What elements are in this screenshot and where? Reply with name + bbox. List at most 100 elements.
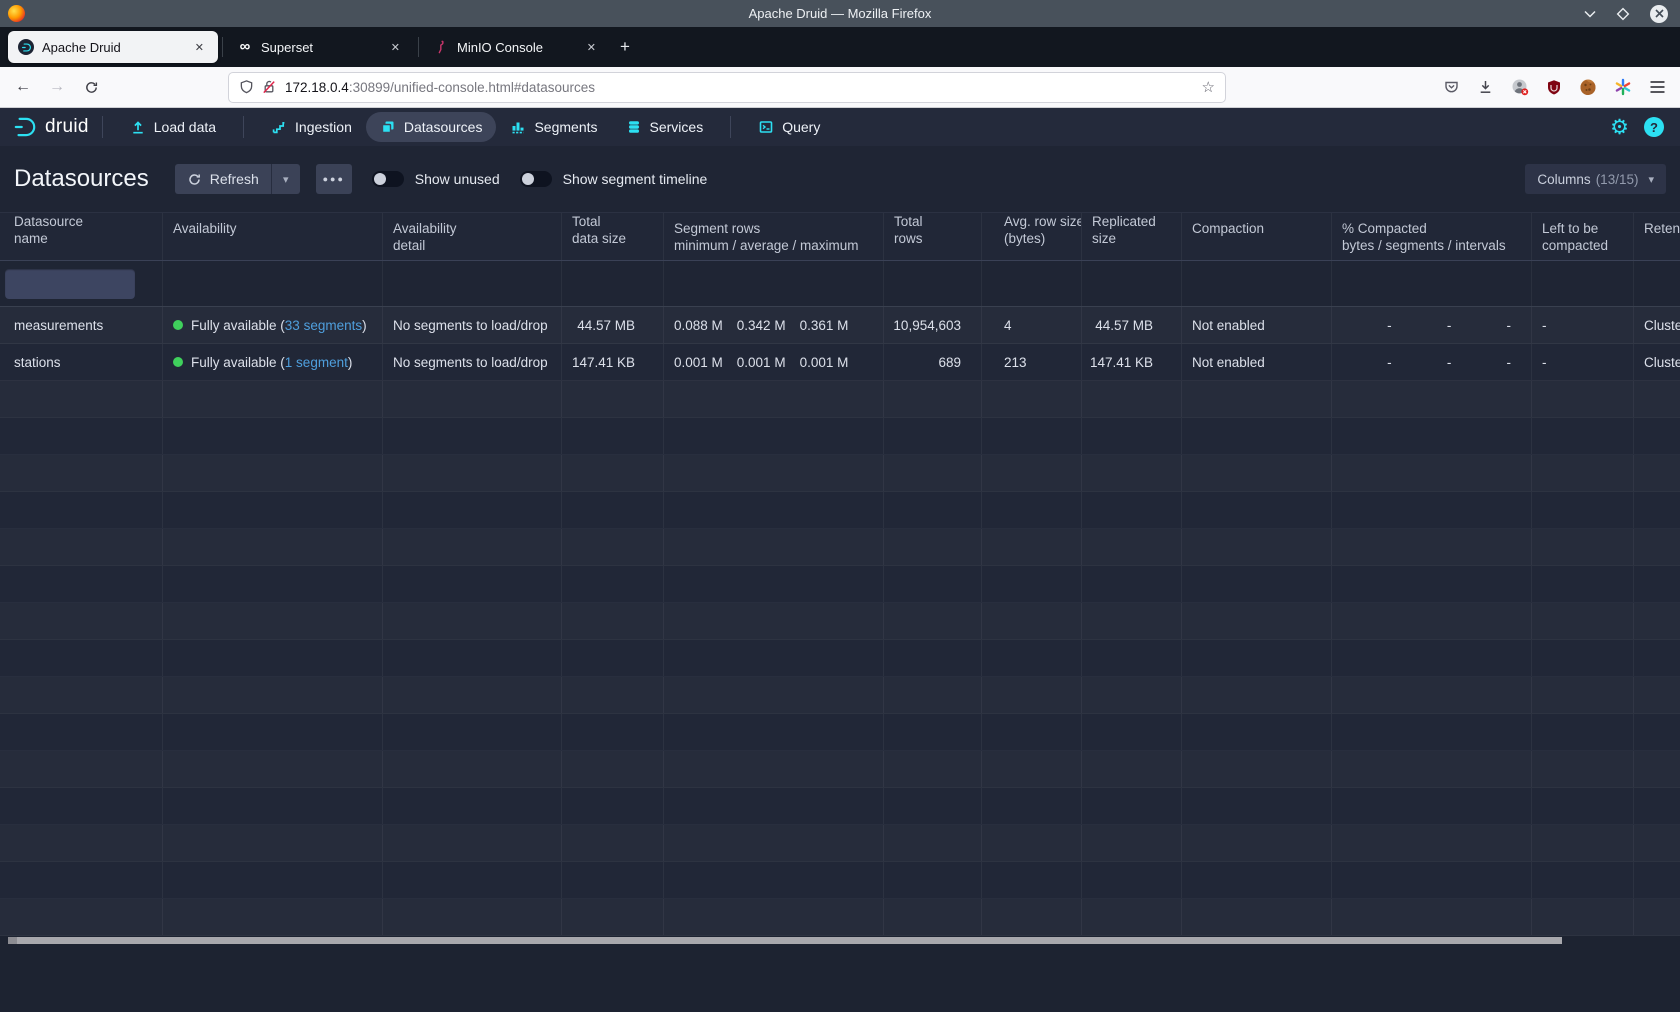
datasource-name-cell[interactable]: stations xyxy=(0,344,163,380)
column-header[interactable]: Totalrows xyxy=(884,213,982,260)
settings-gear-icon[interactable]: ⚙ xyxy=(1610,117,1629,138)
empty-row xyxy=(0,825,1680,862)
empty-cell xyxy=(383,825,562,861)
tab-close-icon[interactable]: ✕ xyxy=(191,39,208,56)
empty-cell xyxy=(163,640,383,676)
tab-apache-druid[interactable]: Apache Druid ✕ xyxy=(8,31,218,63)
datasource-name-filter-input[interactable] xyxy=(5,269,135,299)
empty-cell xyxy=(1532,751,1634,787)
downloads-icon[interactable] xyxy=(1477,79,1494,95)
nav-item-label: Ingestion xyxy=(295,119,352,135)
insecure-lock-icon[interactable] xyxy=(261,79,277,95)
refresh-button[interactable]: Refresh xyxy=(175,164,271,194)
segments-link[interactable]: 33 segments xyxy=(285,318,362,333)
availability-cell: Fully available (1 segment) xyxy=(163,344,383,380)
empty-cell xyxy=(1532,677,1634,713)
empty-cell xyxy=(982,899,1082,935)
columns-button[interactable]: Columns (13/15) ▾ xyxy=(1525,164,1666,194)
empty-cell xyxy=(1182,566,1332,602)
empty-cell xyxy=(664,899,884,935)
datasources-table: DatasourcenameAvailabilityAvailabilityde… xyxy=(0,212,1680,936)
tab-close-icon[interactable]: ✕ xyxy=(583,39,600,56)
refresh-split-button: Refresh ▾ xyxy=(175,164,300,194)
nav-item-load-data[interactable]: Load data xyxy=(116,112,230,142)
empty-cell xyxy=(664,566,884,602)
empty-cell xyxy=(1082,899,1182,935)
empty-cell xyxy=(163,492,383,528)
empty-cell xyxy=(1634,788,1680,824)
retention-cell[interactable]: Cluster default xyxy=(1634,307,1680,343)
column-header[interactable]: Segment rowsminimum / average / maximum xyxy=(664,213,884,260)
empty-cell xyxy=(1634,418,1680,454)
back-button[interactable]: ← xyxy=(8,72,38,102)
empty-cell xyxy=(1332,492,1532,528)
nav-item-datasources[interactable]: Datasources xyxy=(366,112,497,142)
column-header[interactable]: Retention xyxy=(1634,213,1680,260)
nav-item-segments[interactable]: Segments xyxy=(496,112,611,142)
url-bar[interactable]: 172.18.0.4:30899/unified-console.html#da… xyxy=(228,72,1226,103)
nav-separator xyxy=(730,116,731,138)
nav-item-services[interactable]: Services xyxy=(612,112,718,142)
empty-cell xyxy=(1182,455,1332,491)
datasource-row[interactable]: measurementsFully available (33 segments… xyxy=(0,307,1680,344)
browser-toolbar: ← → 172.18.0.4:30899/unified-console.htm… xyxy=(0,67,1680,108)
new-tab-button[interactable]: + xyxy=(610,35,640,59)
empty-cell xyxy=(0,714,163,750)
empty-cell xyxy=(1332,381,1532,417)
reload-button[interactable] xyxy=(76,72,106,102)
menu-hamburger-icon[interactable] xyxy=(1649,80,1666,94)
tracking-shield-icon[interactable] xyxy=(239,79,254,95)
retention-cell[interactable]: Cluster default xyxy=(1634,344,1680,380)
pocket-icon[interactable] xyxy=(1443,79,1460,95)
column-header[interactable]: Replicatedsize xyxy=(1082,213,1182,260)
column-header[interactable]: Datasourcename xyxy=(0,213,163,260)
empty-cell xyxy=(884,899,982,935)
horizontal-scrollbar-thumb[interactable] xyxy=(8,937,1562,944)
tab-superset[interactable]: ∞ Superset ✕ xyxy=(227,31,414,63)
extension-disabled-icon[interactable] xyxy=(1511,78,1529,96)
column-header[interactable]: Availability xyxy=(163,213,383,260)
empty-cell xyxy=(0,492,163,528)
more-actions-button[interactable]: ●●● xyxy=(316,164,352,194)
help-icon[interactable]: ? xyxy=(1644,117,1664,137)
show-unused-toggle[interactable] xyxy=(372,171,404,187)
tab-minio-console[interactable]: MinIO Console ✕ xyxy=(423,31,610,63)
window-minimize-button[interactable] xyxy=(1584,10,1596,18)
colorful-asterisk-extension-icon[interactable] xyxy=(1614,78,1632,96)
cookie-extension-icon[interactable] xyxy=(1579,78,1597,96)
empty-cell xyxy=(1332,788,1532,824)
tab-close-icon[interactable]: ✕ xyxy=(387,39,404,56)
empty-cell xyxy=(562,751,664,787)
window-maximize-button[interactable] xyxy=(1616,7,1630,21)
ublock-origin-icon[interactable] xyxy=(1546,79,1562,96)
filter-cell xyxy=(982,261,1082,306)
empty-cell xyxy=(163,566,383,602)
bookmark-star-icon[interactable]: ☆ xyxy=(1202,78,1215,96)
window-close-button[interactable] xyxy=(1650,5,1668,23)
nav-item-ingestion[interactable]: Ingestion xyxy=(257,112,366,142)
datasource-row[interactable]: stationsFully available (1 segment)No se… xyxy=(0,344,1680,381)
refresh-dropdown-button[interactable]: ▾ xyxy=(272,164,300,194)
nav-item-query[interactable]: Query xyxy=(744,112,834,142)
empty-cell xyxy=(383,529,562,565)
empty-cell xyxy=(1532,862,1634,898)
tab-label: Superset xyxy=(261,40,313,55)
column-header[interactable]: Availabilitydetail xyxy=(383,213,562,260)
empty-cell xyxy=(1532,492,1634,528)
column-header[interactable]: Compaction xyxy=(1182,213,1332,260)
chevron-down-icon: ▾ xyxy=(283,173,289,186)
column-header[interactable]: % Compactedbytes / segments / intervals xyxy=(1332,213,1532,260)
empty-cell xyxy=(1082,640,1182,676)
segments-link[interactable]: 1 segment xyxy=(285,355,348,370)
ingestion-icon xyxy=(271,119,287,135)
datasource-name-cell[interactable]: measurements xyxy=(0,307,163,343)
column-header[interactable]: Totaldata size xyxy=(562,213,664,260)
column-header[interactable]: Left to becompacted xyxy=(1532,213,1634,260)
empty-cell xyxy=(0,899,163,935)
empty-cell xyxy=(982,418,1082,454)
druid-logo[interactable]: druid xyxy=(12,114,89,140)
total-rows-cell: 10,954,603 xyxy=(884,307,982,343)
show-segment-timeline-toggle[interactable] xyxy=(520,171,552,187)
column-header[interactable]: Avg. row size(bytes) xyxy=(982,213,1082,260)
chevron-down-icon: ▾ xyxy=(1648,173,1654,186)
